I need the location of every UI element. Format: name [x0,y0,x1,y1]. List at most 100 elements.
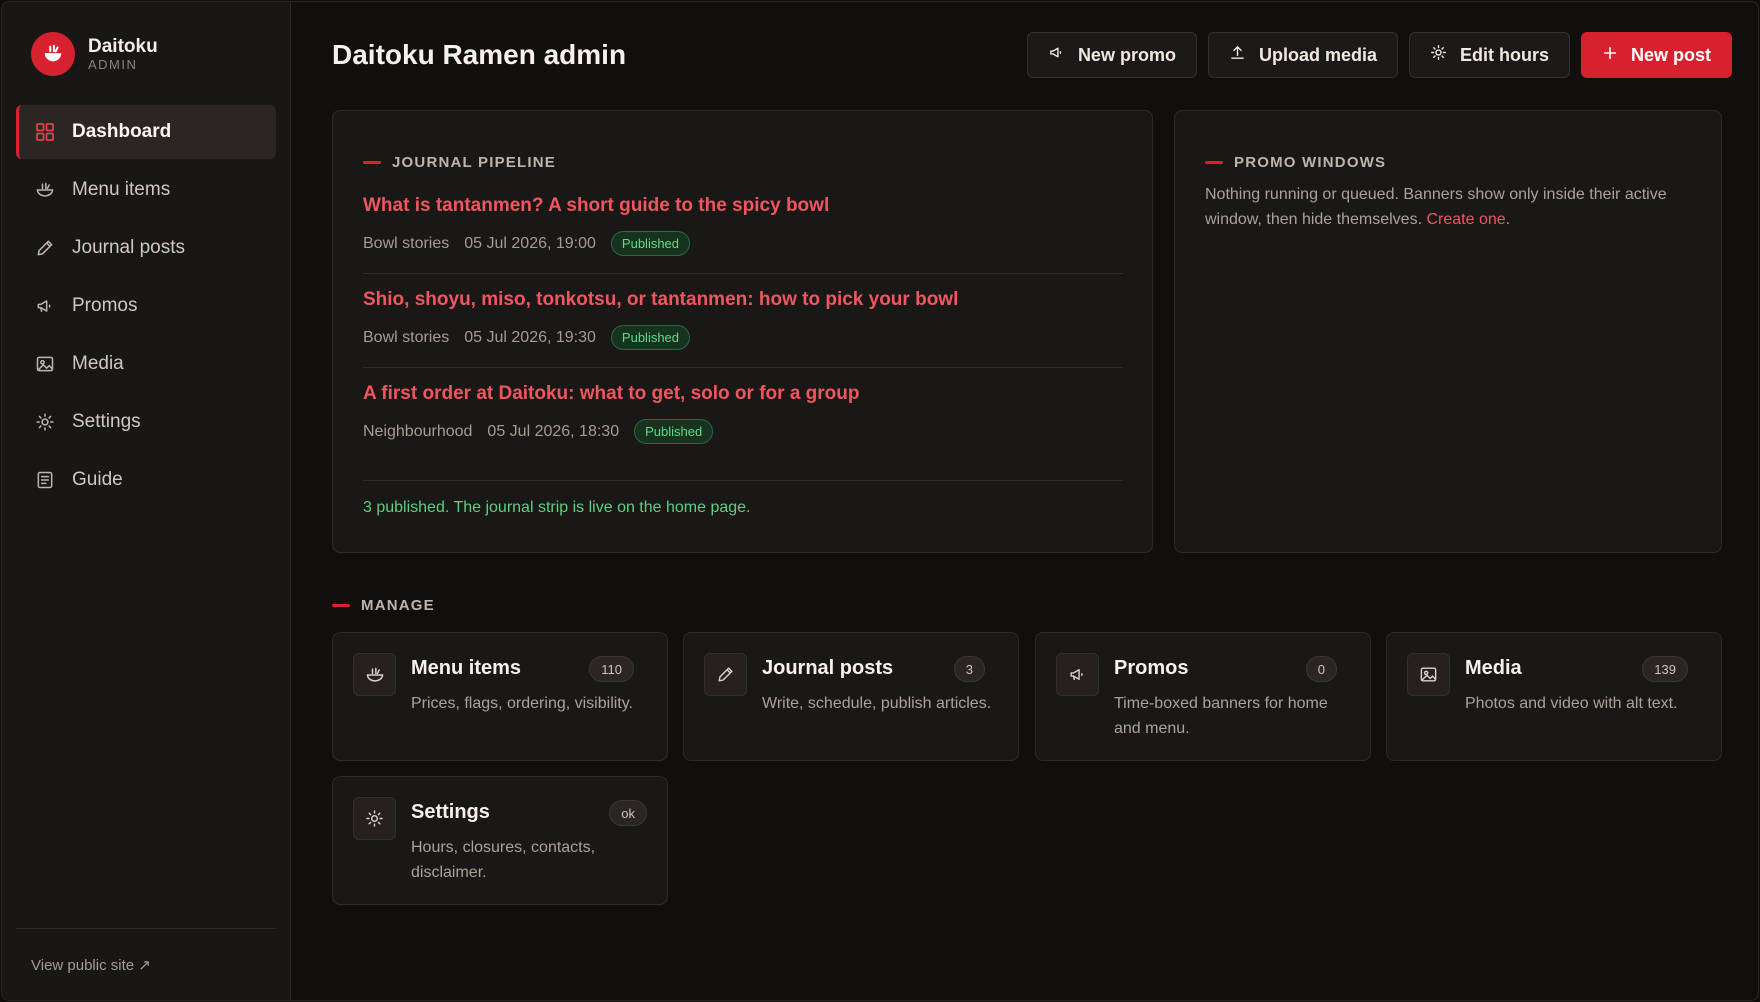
post-date: 05 Jul 2026, 18:30 [487,422,620,440]
post-title-link[interactable]: Shio, shoyu, miso, tonkotsu, or tantanme… [363,289,1123,311]
gear-icon [353,797,396,840]
promo-windows-card: PROMO WINDOWS Nothing running or queued.… [1174,110,1722,553]
count-badge: 3 [953,656,985,682]
promo-empty-message: Nothing running or queued. Banners show … [1205,182,1695,232]
promo-trailing-text: . [1505,211,1511,228]
manage-card-settings[interactable]: Settings ok Hours, closures, contacts, d… [332,776,668,905]
journal-pipeline-card: JOURNAL PIPELINE What is tantanmen? A sh… [332,110,1153,553]
new-post-label: New post [1630,44,1711,65]
count-badge: 110 [589,656,634,682]
status-badge: Published [610,231,691,256]
divider [363,480,1123,481]
sidebar-item-media[interactable]: Media [16,337,276,391]
megaphone-icon [1056,653,1099,696]
new-promo-button[interactable]: New promo [1026,32,1197,78]
pencil-icon [704,653,747,696]
status-badge: ok [609,800,647,826]
sidebar-item-promos[interactable]: Promos [16,279,276,333]
create-promo-link[interactable]: Create one [1426,211,1505,228]
manage-card-description: Photos and video with alt text. [1465,695,1678,712]
count-badge: 139 [1642,656,1688,682]
post-title-link[interactable]: A first order at Daitoku: what to get, s… [363,383,1123,405]
new-post-button[interactable]: New post [1580,32,1732,78]
grid-icon [34,121,56,143]
image-icon [34,353,56,375]
post-date: 05 Jul 2026, 19:30 [464,328,596,346]
document-icon [34,469,56,491]
status-badge: Published [634,419,714,444]
sidebar-item-label: Menu items [72,179,171,200]
manage-card-description: Write, schedule, publish articles. [762,695,992,712]
gear-icon [34,411,56,433]
new-promo-label: New promo [1077,44,1176,65]
bowl-icon [34,179,56,201]
sidebar-item-label: Promos [72,295,138,316]
accent-dash [332,604,350,607]
manage-card-title: Promos [1114,657,1189,679]
edit-hours-button[interactable]: Edit hours [1408,32,1570,78]
manage-card-promos[interactable]: Promos 0 Time-boxed banners for home and… [1035,632,1371,761]
sidebar-item-settings[interactable]: Settings [16,395,276,449]
sidebar-item-journal-posts[interactable]: Journal posts [16,221,276,275]
sidebar-item-label: Settings [72,411,141,432]
manage-heading: MANAGE [332,597,435,614]
accent-dash [1205,161,1223,164]
section-label-text: MANAGE [361,597,435,614]
image-icon [1407,653,1450,696]
post-category: Bowl stories [363,234,450,252]
status-badge: Published [610,325,691,350]
bowl-icon [353,653,396,696]
manage-card-media[interactable]: Media 139 Photos and video with alt text… [1386,632,1722,761]
sidebar-item-label: Journal posts [72,237,186,258]
accent-dash [363,161,381,164]
section-label-text: PROMO WINDOWS [1234,154,1387,171]
brand[interactable]: Daitoku ADMIN [31,32,158,76]
brand-name: Daitoku [88,36,158,57]
promo-windows-heading: PROMO WINDOWS [1205,154,1386,171]
manage-card-menu-items[interactable]: Menu items 110 Prices, flags, ordering, … [332,632,668,761]
manage-card-description: Hours, closures, contacts, disclaimer. [411,839,596,881]
manage-card-description: Prices, flags, ordering, visibility. [411,695,633,712]
post-category: Bowl stories [363,328,450,346]
megaphone-icon [34,295,56,317]
post-category: Neighbourhood [363,422,473,440]
post-title-link[interactable]: What is tantanmen? A short guide to the … [363,195,1123,217]
app-window: Daitoku ADMIN Dashboard Menu items Journ… [1,1,1759,1001]
manage-card-title: Menu items [411,657,522,679]
list-item: What is tantanmen? A short guide to the … [363,195,1123,256]
divider [363,367,1123,368]
sidebar-footer: View public site ↗ [16,928,276,1000]
list-item: Shio, shoyu, miso, tonkotsu, or tantanme… [363,289,1123,350]
post-date: 05 Jul 2026, 19:00 [464,234,596,252]
megaphone-icon [1048,44,1065,66]
pencil-icon [34,237,56,259]
edit-hours-label: Edit hours [1459,44,1549,65]
gear-icon [1430,44,1447,66]
sidebar-item-label: Dashboard [72,121,172,142]
manage-card-journal-posts[interactable]: Journal posts 3 Write, schedule, publish… [683,632,1019,761]
sidebar: Daitoku ADMIN Dashboard Menu items Journ… [2,2,291,1000]
sidebar-item-label: Media [72,353,124,374]
brand-subtitle: ADMIN [88,57,138,72]
view-public-site-link[interactable]: View public site ↗ [31,956,151,974]
journal-pipeline-heading: JOURNAL PIPELINE [363,154,556,171]
divider [363,273,1123,274]
sidebar-item-menu-items[interactable]: Menu items [16,163,276,217]
manage-card-title: Media [1465,657,1522,679]
list-item: A first order at Daitoku: what to get, s… [363,383,1123,444]
sidebar-nav: Dashboard Menu items Journal posts Promo… [16,105,276,511]
plus-icon [1602,45,1618,66]
upload-media-label: Upload media [1258,44,1377,65]
manage-card-title: Settings [411,801,490,823]
sidebar-item-guide[interactable]: Guide [16,453,276,507]
pipeline-status-text: 3 published. The journal strip is live o… [363,499,751,516]
upload-media-button[interactable]: Upload media [1207,32,1398,78]
section-label-text: JOURNAL PIPELINE [392,154,556,171]
header-actions: New promo Upload media Edit hours New po… [1026,32,1732,78]
bowl-logo-icon [31,32,75,76]
upload-icon [1229,44,1246,66]
manage-card-title: Journal posts [762,657,894,679]
manage-card-description: Time-boxed banners for home and menu. [1114,695,1328,737]
sidebar-item-label: Guide [72,469,123,490]
sidebar-item-dashboard[interactable]: Dashboard [16,105,276,159]
